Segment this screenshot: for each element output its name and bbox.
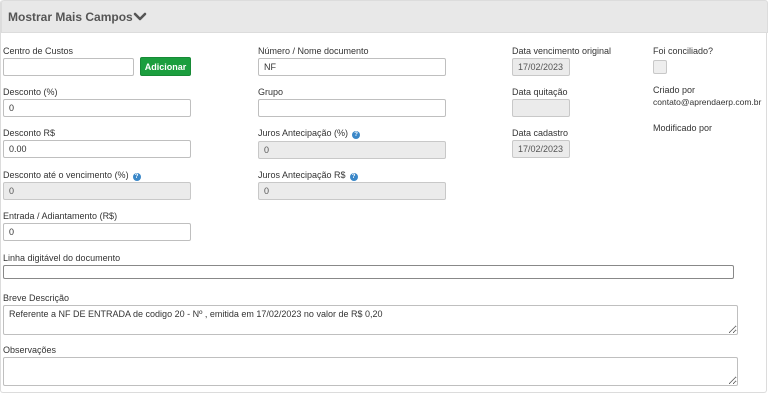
data-vencimento-original-label: Data vencimento original — [512, 46, 612, 56]
help-circle-icon[interactable]: ? — [352, 131, 361, 139]
add-cost-center-button[interactable]: Adicionar — [140, 57, 191, 76]
juros-antecipacao-rs-label: Juros Antecipação R$? — [258, 170, 358, 181]
numero-documento-label: Número / Nome documento — [258, 46, 369, 56]
entrada-adiantamento-label: Entrada / Adiantamento (R$) — [3, 211, 118, 221]
desconto-vencimento-input — [3, 182, 191, 200]
numero-documento-input[interactable] — [258, 58, 446, 76]
juros-antecipacao-pct-input — [258, 141, 446, 159]
desconto-pct-input[interactable] — [3, 99, 191, 117]
grupo-input[interactable] — [258, 99, 446, 117]
grupo-label: Grupo — [258, 87, 284, 97]
linha-digitavel-label: Linha digitável do documento — [3, 253, 121, 263]
observacoes-label: Observações — [3, 345, 57, 355]
panel-header[interactable]: Mostrar Mais Campos — [1, 0, 768, 33]
breve-descricao-textarea[interactable]: Referente a NF DE ENTRADA de codigo 20 -… — [3, 305, 738, 335]
linha-digitavel-input[interactable] — [3, 265, 734, 279]
desconto-rs-label: Desconto R$ — [3, 128, 56, 138]
panel-title: Mostrar Mais Campos — [8, 10, 133, 24]
entrada-adiantamento-input[interactable] — [3, 223, 191, 241]
juros-antecipacao-pct-label: Juros Antecipação (%)? — [258, 128, 361, 139]
data-cadastro-label: Data cadastro — [512, 128, 569, 138]
desconto-vencimento-label: Desconto até o vencimento (%)? — [3, 170, 141, 181]
desconto-vencimento-label-text: Desconto até o vencimento (%) — [3, 170, 129, 180]
help-circle-icon[interactable]: ? — [349, 173, 358, 181]
help-circle-icon[interactable]: ? — [132, 173, 141, 181]
data-vencimento-original-input — [512, 58, 570, 76]
juros-antecipacao-rs-label-text: Juros Antecipação R$ — [258, 170, 346, 180]
foi-conciliado-label: Foi conciliado? — [653, 46, 714, 56]
centro-custos-label: Centro de Custos — [3, 46, 74, 56]
breve-descricao-label: Breve Descrição — [3, 293, 70, 303]
desconto-pct-label: Desconto (%) — [3, 87, 58, 97]
data-quitacao-input — [512, 99, 570, 117]
juros-antecipacao-rs-input — [258, 182, 446, 200]
centro-custos-input[interactable] — [3, 58, 134, 76]
desconto-rs-input[interactable] — [3, 140, 191, 158]
observacoes-textarea[interactable] — [3, 357, 738, 386]
criado-por-label: Criado por — [653, 85, 696, 95]
data-cadastro-input — [512, 140, 570, 158]
more-fields-panel: Mostrar Mais Campos Centro de Custos Adi… — [0, 0, 768, 393]
chevron-down-icon[interactable] — [133, 10, 147, 24]
foi-conciliado-checkbox — [653, 60, 667, 74]
modificado-por-label: Modificado por — [653, 123, 713, 133]
juros-antecipacao-pct-label-text: Juros Antecipação (%) — [258, 128, 349, 138]
criado-por-value: contato@aprendaerp.com.br — [653, 97, 762, 107]
data-quitacao-label: Data quitação — [512, 87, 568, 97]
